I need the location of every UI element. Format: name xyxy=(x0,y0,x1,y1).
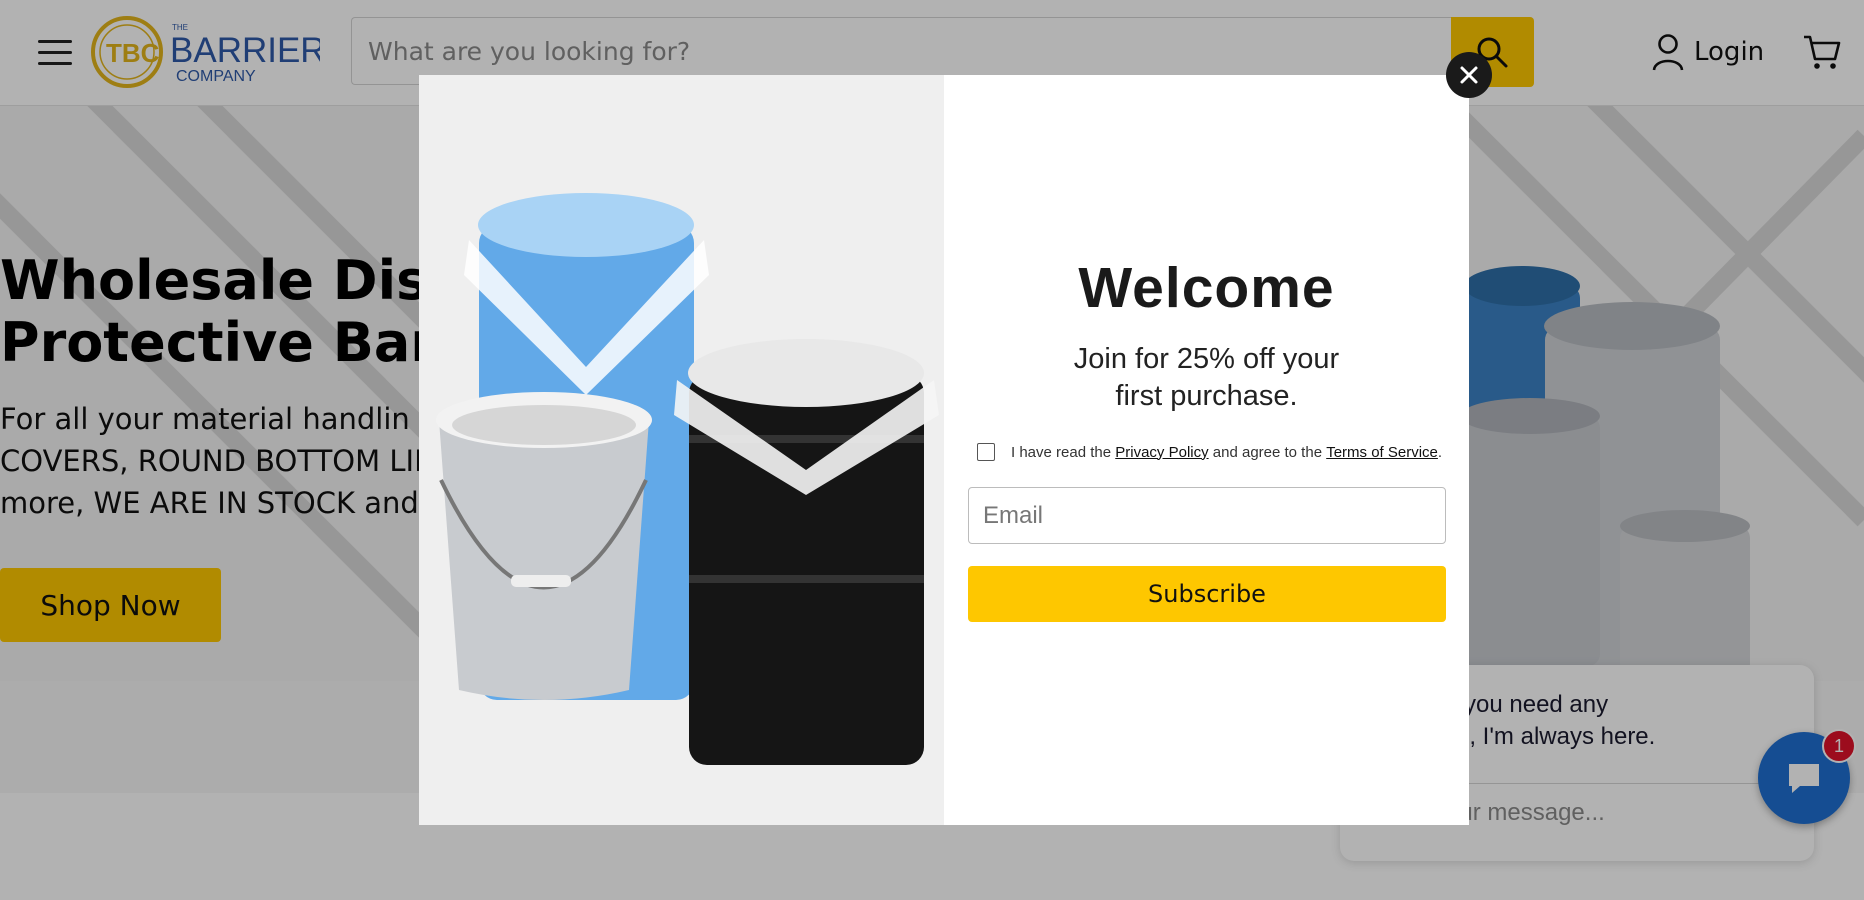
email-field[interactable] xyxy=(968,487,1446,544)
modal-product-image xyxy=(419,75,944,825)
drums-and-buckets-illustration xyxy=(436,193,939,765)
consent-row: I have read the Privacy Policy and agree… xyxy=(977,443,1447,461)
subscribe-button[interactable]: Subscribe xyxy=(968,566,1446,622)
terms-of-service-link[interactable]: Terms of Service xyxy=(1326,444,1438,461)
modal-close-button[interactable] xyxy=(1446,52,1492,98)
consent-text-prefix: I have read the xyxy=(1011,443,1116,461)
consent-text-mid: and agree to the xyxy=(1208,443,1327,461)
modal-title: Welcome xyxy=(1078,256,1335,320)
modal-signup-panel: Welcome Join for 25% off your first purc… xyxy=(944,75,1469,825)
consent-checkbox[interactable] xyxy=(977,443,995,461)
privacy-policy-link[interactable]: Privacy Policy xyxy=(1115,444,1208,461)
modal-subtitle: Join for 25% off your first purchase. xyxy=(1073,343,1340,412)
close-icon xyxy=(1460,66,1478,84)
consent-text-suffix: . xyxy=(1437,443,1443,461)
newsletter-modal: Welcome Join for 25% off your first purc… xyxy=(419,75,1469,825)
